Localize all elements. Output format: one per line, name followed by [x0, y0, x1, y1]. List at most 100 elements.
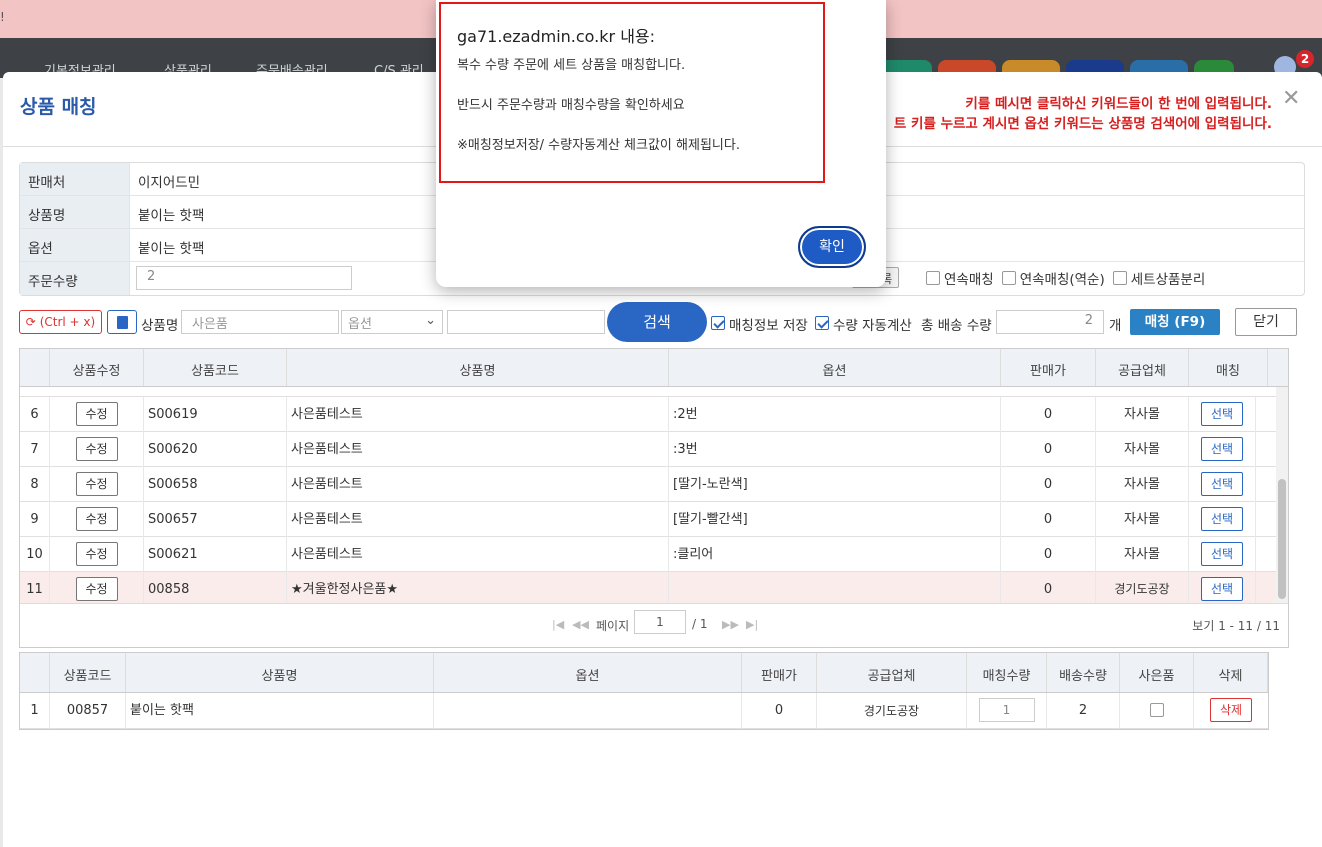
order-qty-input[interactable]: 2 [136, 266, 352, 290]
row-ship-qty: 2 [1047, 692, 1120, 729]
match-qty-input[interactable]: 1 [978, 698, 1035, 722]
continuous-reverse-label: 연속매칭(역순) [1019, 272, 1105, 288]
option-input[interactable] [447, 310, 605, 334]
dialog-line-2: 반드시 주문수량과 매칭수량을 확인하세요 [457, 98, 685, 113]
product-search-grid: 상품수정 상품코드 상품명 옵션 판매가 공급업체 매칭 6 수정 S00619… [19, 348, 1289, 648]
col-edit: 상품수정 [50, 349, 144, 386]
option-select[interactable]: 옵션 ⌄ [341, 310, 443, 334]
first-page-icon[interactable]: |◀ [552, 618, 564, 631]
row-code: S00658 [144, 466, 287, 502]
row-code: S00657 [144, 501, 287, 537]
row-no: 10 [20, 536, 50, 572]
product-name-label: 상품명 [141, 318, 179, 334]
row-price: 0 [742, 692, 817, 729]
grid2-header: 상품코드 상품명 옵션 판매가 공급업체 매칭수량 배송수량 사은품 삭제 [20, 653, 1268, 693]
col-match: 매칭 [1189, 349, 1268, 386]
select-button[interactable]: 선택 [1201, 437, 1243, 461]
row-price: 0 [1001, 501, 1096, 537]
match-options: 연속매칭 연속매칭(역순) 세트상품분리 [926, 268, 1205, 288]
ok-button[interactable]: 확인 [798, 226, 866, 268]
select-button[interactable]: 선택 [1201, 507, 1243, 531]
col-code: 상품코드 [50, 653, 126, 692]
row-supplier: 경기도공장 [1096, 571, 1189, 603]
row-price: 0 [1001, 396, 1096, 432]
chevron-down-icon: ⌄ [425, 313, 436, 328]
col-name: 상품명 [287, 349, 669, 386]
next-page-icon[interactable]: ▶▶ [722, 618, 739, 631]
warning-text-2: 트 키를 누르고 계시면 옵션 키워드는 상품명 검색어에 입력됩니다. [893, 116, 1272, 132]
pager: |◀ ◀◀ 페이지 1 / 1 ▶▶ ▶| 보기 1 - 11 / 11 [20, 603, 1288, 647]
scrollbar-thumb[interactable] [1278, 479, 1286, 599]
close-button[interactable]: 닫기 [1235, 308, 1297, 336]
gift-checkbox[interactable] [1149, 703, 1164, 717]
row-name: 사은품테스트 [287, 466, 669, 502]
edit-button[interactable]: 수정 [75, 542, 118, 566]
option-select-value: 옵션 [348, 317, 372, 332]
row-option: [딸기-빨간색] [669, 501, 1001, 537]
col-supplier: 공급업체 [817, 653, 967, 692]
row-supplier: 자사몰 [1096, 431, 1189, 467]
table-row: 11 수정 00858 ★겨울한정사은품★ 0 경기도공장 선택 [20, 571, 1288, 603]
search-button[interactable]: 검색 [607, 302, 707, 342]
last-page-icon[interactable]: ▶| [746, 618, 758, 631]
refresh-icon: ⟳ [25, 315, 36, 329]
col-ship-qty: 배송수량 [1047, 653, 1120, 692]
grid-scrollbar[interactable] [1276, 387, 1288, 603]
total-ship-qty-input[interactable]: 2 [996, 310, 1104, 334]
edit-button[interactable]: 수정 [75, 472, 118, 496]
row-option: :2번 [669, 396, 1001, 432]
delete-button[interactable]: 삭제 [1210, 698, 1252, 722]
row-code: S00619 [144, 396, 287, 432]
notification-badge: 2 [1296, 50, 1314, 68]
col-name: 상품명 [126, 653, 434, 692]
book-icon [117, 316, 128, 329]
continuous-match-checkbox[interactable] [926, 271, 940, 285]
edit-button[interactable]: 수정 [75, 437, 118, 461]
select-button[interactable]: 선택 [1201, 402, 1243, 426]
matched-items-grid: 상품코드 상품명 옵션 판매가 공급업체 매칭수량 배송수량 사은품 삭제 1 … [19, 652, 1269, 730]
col-delete: 삭제 [1194, 653, 1268, 692]
row-option [669, 571, 1001, 603]
page-input[interactable]: 1 [634, 610, 686, 634]
match-button[interactable]: 매칭 (F9) [1130, 309, 1220, 335]
grid-body: 6 수정 S00619 사은품테스트 :2번 0 자사몰 선택 7 수정 S00… [20, 387, 1288, 603]
row-code: 00857 [50, 692, 126, 729]
save-match-checkbox[interactable] [711, 316, 725, 330]
notice-label: ! [0, 10, 5, 24]
row-option: [딸기-노란색] [669, 466, 1001, 502]
row-price: 0 [1001, 571, 1096, 603]
refresh-button[interactable]: ⟳ (Ctrl + x) [19, 310, 102, 334]
prev-page-icon[interactable]: ◀◀ [572, 618, 589, 631]
continuous-reverse-checkbox[interactable] [1001, 271, 1016, 285]
select-button[interactable]: 선택 [1201, 577, 1243, 601]
row-price: 0 [1001, 466, 1096, 502]
book-button[interactable] [107, 310, 137, 334]
edit-button[interactable]: 수정 [75, 507, 118, 531]
close-icon[interactable]: ✕ [1282, 86, 1300, 111]
col-match-qty: 매칭수량 [967, 653, 1047, 692]
row-code: 00858 [144, 571, 287, 603]
row-name: 사은품테스트 [287, 536, 669, 572]
edit-button[interactable]: 수정 [75, 402, 118, 426]
modal-title: 상품 매칭 [20, 96, 97, 118]
row-option: :클리어 [669, 536, 1001, 572]
row-name: 사은품테스트 [287, 396, 669, 432]
col-code: 상품코드 [144, 349, 287, 386]
split-set-checkbox[interactable] [1112, 271, 1127, 285]
save-match-label: 매칭정보 저장 [729, 318, 808, 334]
grid-header: 상품수정 상품코드 상품명 옵션 판매가 공급업체 매칭 [20, 349, 1288, 387]
auto-qty-checkbox[interactable] [815, 316, 829, 330]
col-option: 옵션 [669, 349, 1001, 386]
dialog-line-1: 복수 수량 주문에 세트 상품을 매칭합니다. [457, 58, 686, 73]
unit-label: 개 [1109, 318, 1122, 334]
row-no: 9 [20, 501, 50, 537]
row-no: 1 [20, 692, 50, 729]
edit-button[interactable]: 수정 [75, 577, 118, 601]
product-name-input[interactable]: 사은품 [181, 310, 339, 334]
col-gift: 사은품 [1120, 653, 1194, 692]
col-no [20, 653, 50, 692]
select-button[interactable]: 선택 [1201, 542, 1243, 566]
col-price: 판매가 [1001, 349, 1096, 386]
row-name: 사은품테스트 [287, 431, 669, 467]
select-button[interactable]: 선택 [1201, 472, 1243, 496]
